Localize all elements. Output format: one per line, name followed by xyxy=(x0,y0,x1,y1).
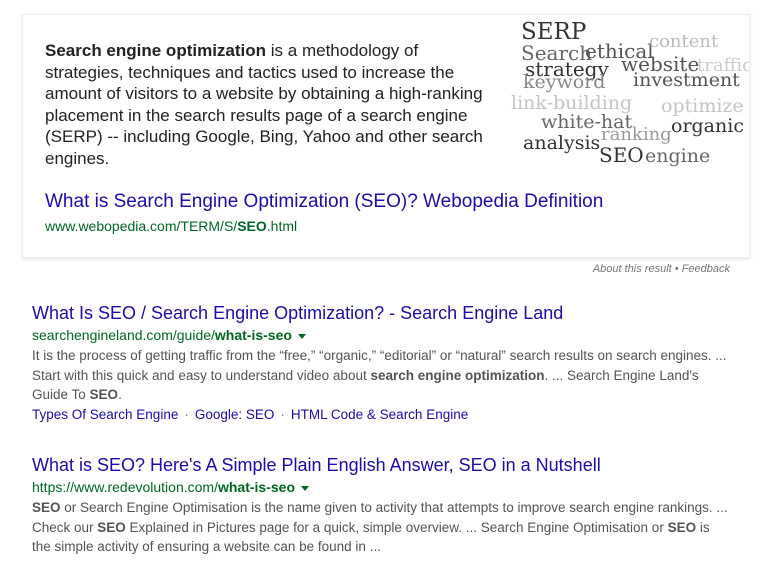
search-result: What Is SEO / Search Engine Optimization… xyxy=(32,302,732,425)
wordcloud-word: SEO xyxy=(599,143,644,167)
featured-result-title-link[interactable]: What is Search Engine Optimization (SEO)… xyxy=(45,191,603,213)
result-url: searchengineland.com/guide/what-is-seo xyxy=(32,326,732,344)
sitelink[interactable]: HTML Code & Search Engine xyxy=(291,407,468,422)
url-suffix: .html xyxy=(266,218,298,234)
result-snippet: It is the process of getting traffic fro… xyxy=(32,346,732,405)
sitelink[interactable]: Types Of Search Engine xyxy=(32,407,178,422)
url-options-caret-icon[interactable] xyxy=(297,333,306,339)
featured-definition: is a methodology of strategies, techniqu… xyxy=(45,41,483,168)
wordcloud-word: investment xyxy=(633,69,740,91)
wordcloud-word: content xyxy=(649,31,719,52)
wordcloud-word: engine xyxy=(645,145,711,167)
featured-snippet-text: Search engine optimization is a methodol… xyxy=(45,40,497,170)
url-prefix: searchengineland.com/guide/ xyxy=(32,327,215,343)
about-this-result-link[interactable]: About this result xyxy=(593,263,672,275)
wordcloud-word: optimize xyxy=(661,95,744,117)
url-bold: what-is-seo xyxy=(214,327,292,343)
featured-term: Search engine optimization xyxy=(45,41,267,60)
result-title-link[interactable]: What Is SEO / Search Engine Optimization… xyxy=(32,302,732,324)
url-prefix: www.webopedia.com/TERM/S/ xyxy=(45,218,238,234)
url-bold: what-is-seo xyxy=(217,479,295,495)
snippet-highlight: SEO xyxy=(667,519,697,535)
snippet-text: Explained in Pictures page for a quick, … xyxy=(125,519,668,535)
snippet-highlight: SEO xyxy=(32,500,61,515)
snippet-highlight: SEO xyxy=(89,387,119,402)
seo-word-cloud-image[interactable]: SERP Search ethical content strategy web… xyxy=(511,15,749,175)
wordcloud-word: ranking xyxy=(601,124,672,145)
snippet-highlight: SEO xyxy=(97,519,126,535)
feedback-link[interactable]: Feedback xyxy=(682,263,730,275)
result-title-link[interactable]: What is SEO? Here's A Simple Plain Engli… xyxy=(32,454,732,476)
about-this-result-row: About this result • Feedback xyxy=(593,263,730,275)
featured-result-url: www.webopedia.com/TERM/S/SEO.html xyxy=(45,218,297,234)
result-snippet: SEO or Search Engine Optimisation is the… xyxy=(32,498,732,557)
url-options-caret-icon[interactable] xyxy=(301,485,309,491)
sitelink-separator: · xyxy=(280,406,285,422)
search-result: What is SEO? Here's A Simple Plain Engli… xyxy=(32,454,732,557)
snippet-text: . xyxy=(118,387,122,402)
url-bold: SEO xyxy=(237,218,267,234)
result-url: https://www.redevolution.com/what-is-seo xyxy=(32,478,732,496)
url-prefix: https://www.redevolution.com/ xyxy=(32,479,218,495)
wordcloud-word: organic xyxy=(671,115,744,137)
snippet-highlight: search engine optimization xyxy=(370,367,545,383)
sitelink-separator: · xyxy=(184,406,189,422)
featured-snippet-card: Search engine optimization is a methodol… xyxy=(22,14,750,258)
result-sitelinks: Types Of Search Engine · Google: SEO · HTML … xyxy=(32,405,732,425)
about-separator: • xyxy=(674,263,679,275)
sitelink[interactable]: Google: SEO xyxy=(195,407,275,422)
wordcloud-word: keyword xyxy=(523,71,606,93)
wordcloud-word: analysis xyxy=(523,132,601,154)
